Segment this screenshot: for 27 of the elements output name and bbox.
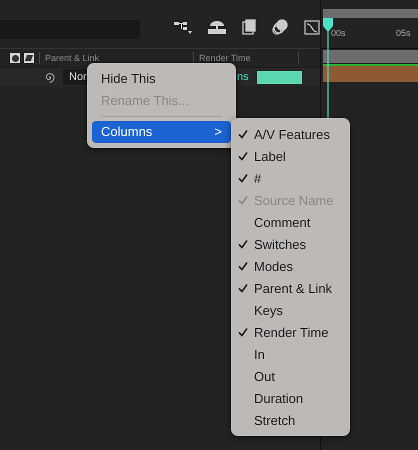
menu-item[interactable]: Modes: [231, 255, 350, 277]
menu-item[interactable]: Label: [231, 145, 350, 167]
menu-item[interactable]: In: [231, 343, 350, 365]
menu-item[interactable]: Render Time: [231, 321, 350, 343]
ruler-label: 00s: [331, 28, 346, 38]
render-time: ns: [237, 71, 250, 83]
menu-item[interactable]: A/V Features: [231, 123, 350, 145]
flowchart-icon[interactable]: [174, 20, 192, 34]
menu-item[interactable]: Duration: [231, 387, 350, 409]
menu-item[interactable]: Keys: [231, 299, 350, 321]
lock-icon: [24, 53, 34, 63]
menu-item[interactable]: Switches: [231, 233, 350, 255]
menu-item[interactable]: Hide This: [92, 68, 231, 90]
menu-item[interactable]: Stretch: [231, 409, 350, 431]
menu-item[interactable]: #: [231, 167, 350, 189]
render-time-bar: [257, 70, 302, 84]
menu-item[interactable]: Comment: [231, 211, 350, 233]
layers-icon[interactable]: [272, 19, 288, 35]
pick-whip-icon[interactable]: [44, 72, 55, 82]
menu-item[interactable]: Parent & Link: [231, 277, 350, 299]
ruler-label: 05s: [396, 28, 411, 38]
menu-item[interactable]: Out: [231, 365, 350, 387]
solo-icon: [10, 53, 20, 63]
graph-editor-icon[interactable]: [304, 19, 320, 35]
shy-icon[interactable]: [208, 20, 226, 34]
menu-item[interactable]: Columns >: [92, 121, 231, 143]
film-icon[interactable]: [242, 19, 256, 35]
